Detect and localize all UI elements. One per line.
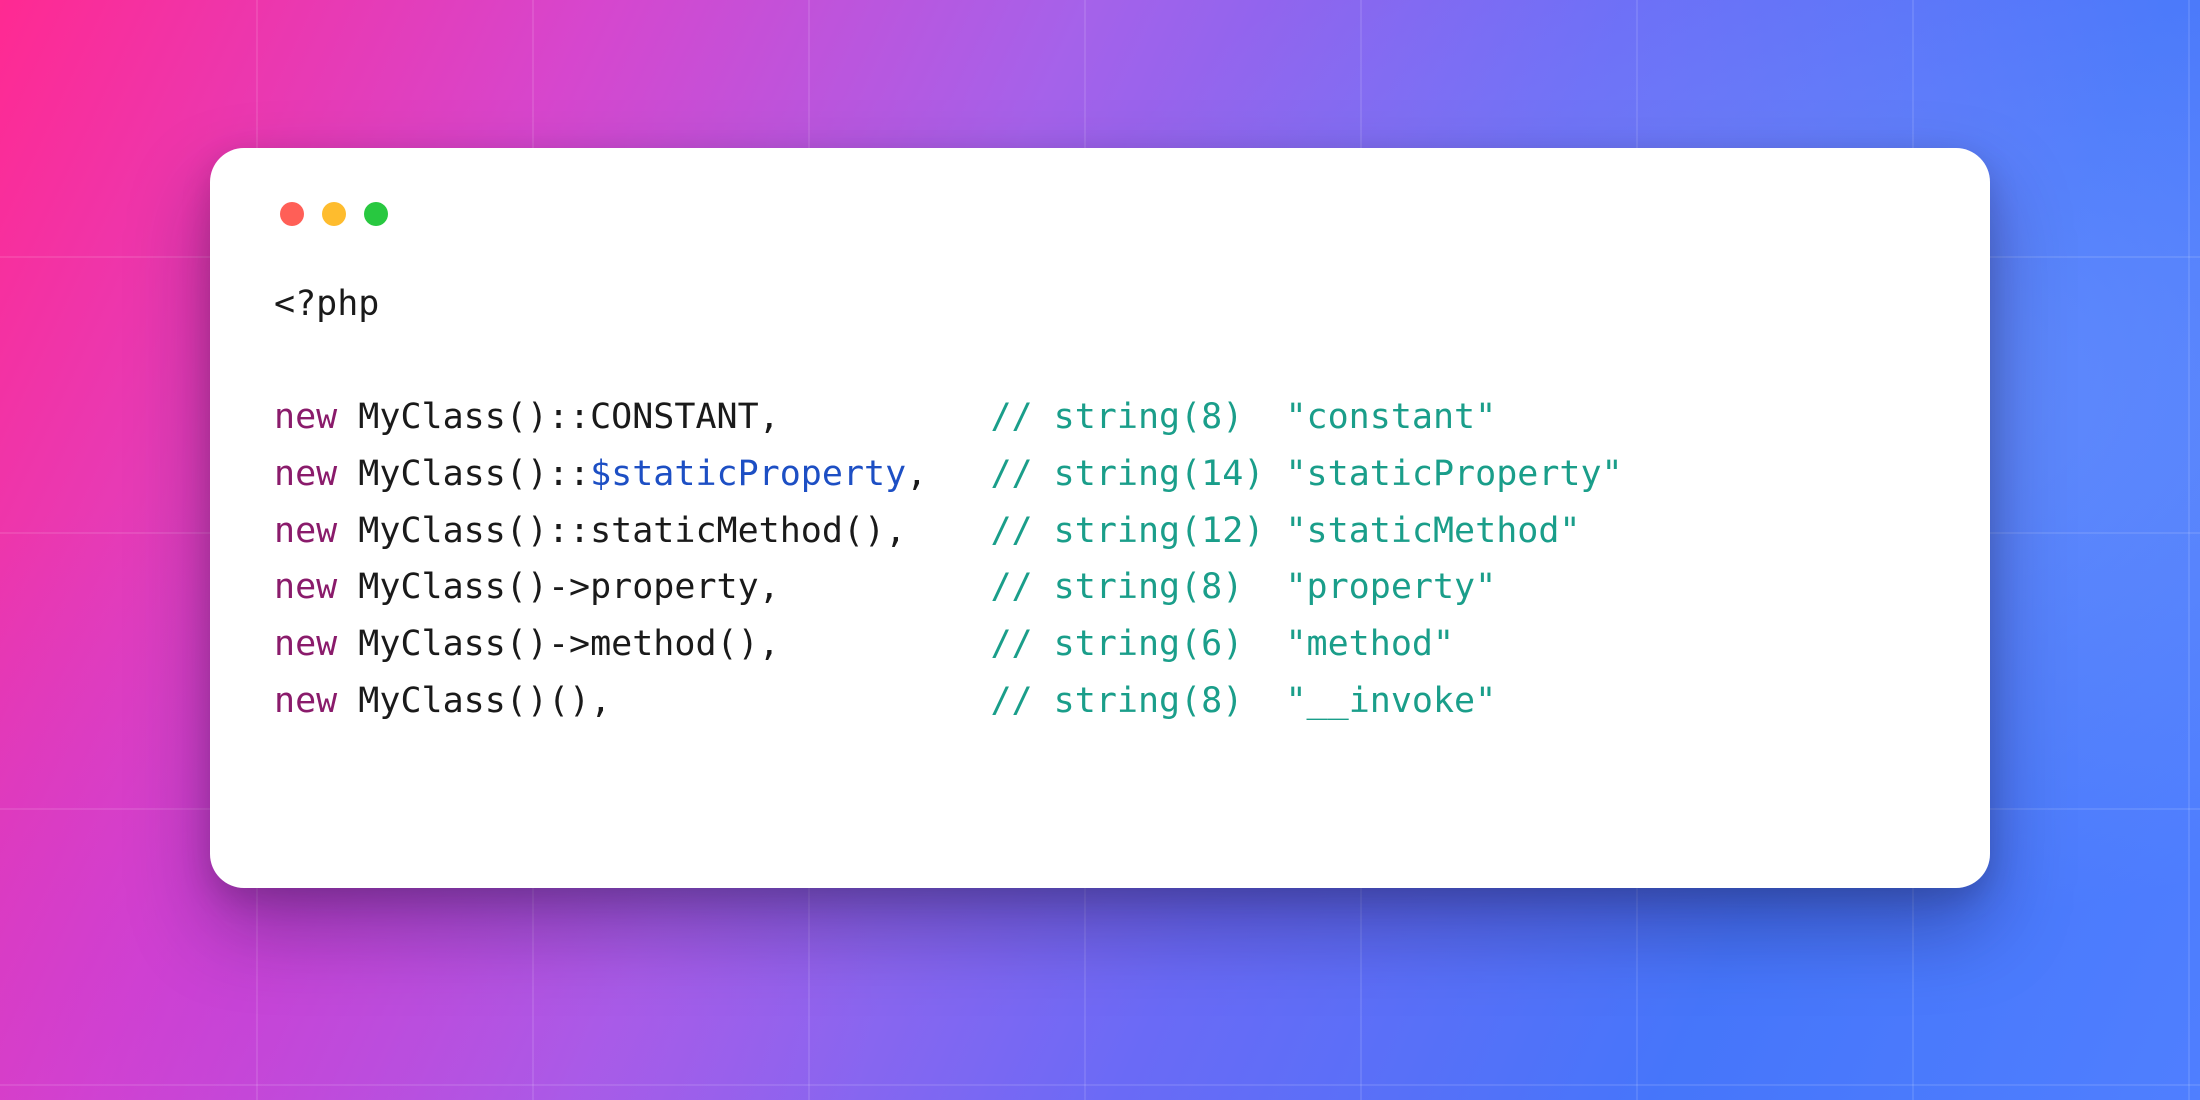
code-token: new: [274, 624, 358, 664]
code-comment: // string(8) "property": [990, 567, 1496, 607]
close-icon: [280, 202, 304, 226]
code-comment: // string(12) "staticMethod": [990, 511, 1580, 551]
code-token: $staticProperty: [590, 454, 906, 494]
window-traffic-lights: [280, 202, 1926, 226]
code-token: MyClass()::: [358, 454, 590, 494]
code-comment: // string(8) "constant": [990, 397, 1496, 437]
code-comment: // string(8) "__invoke": [990, 681, 1496, 721]
code-token: MyClass()->property,: [358, 567, 779, 607]
code-window: <?php new MyClass()::CONSTANT, // string…: [210, 148, 1990, 888]
code-token: new: [274, 454, 358, 494]
code-comment: // string(6) "method": [990, 624, 1454, 664]
code-token: new: [274, 567, 358, 607]
code-token: new: [274, 511, 358, 551]
code-token: MyClass()(),: [358, 681, 611, 721]
code-block: <?php new MyClass()::CONSTANT, // string…: [274, 276, 1926, 730]
code-token: new: [274, 681, 358, 721]
maximize-icon: [364, 202, 388, 226]
code-token: MyClass()::CONSTANT,: [358, 397, 779, 437]
code-token: MyClass()::staticMethod(),: [358, 511, 906, 551]
code-token: MyClass()->method(),: [358, 624, 779, 664]
code-token: new: [274, 397, 358, 437]
php-open-tag: <?php: [274, 284, 379, 324]
code-comment: // string(14) "staticProperty": [990, 454, 1622, 494]
minimize-icon: [322, 202, 346, 226]
code-token: ,: [906, 454, 927, 494]
